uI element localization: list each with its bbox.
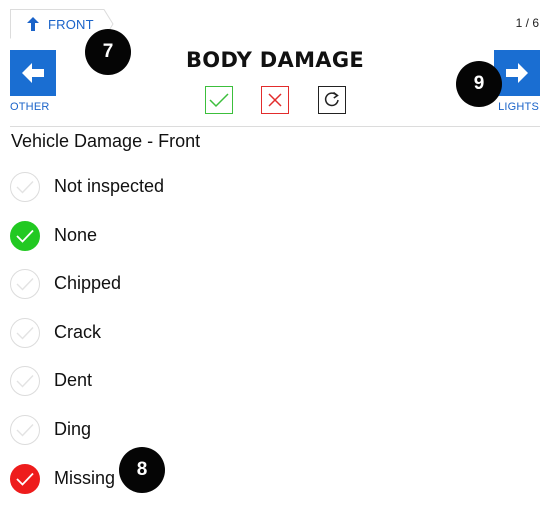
option-label: Dent [54,370,93,390]
refresh-icon [324,91,339,107]
arrow-left-icon [22,63,44,83]
option-label: Crack [54,322,102,342]
check-icon[interactable] [10,464,40,494]
option-none[interactable]: None [0,214,300,262]
checkmark-glyph-icon [16,181,34,194]
check-icon[interactable] [10,415,40,445]
previous-label[interactable]: OTHER [10,101,50,113]
checkmark-glyph-icon [16,327,34,340]
mark-ok-button[interactable] [205,86,233,114]
option-label: None [54,225,98,245]
checkmark-glyph-icon [16,472,34,486]
callout-badge: 8 [119,447,165,493]
check-icon[interactable] [10,366,40,396]
check-icon [209,93,229,108]
checkmark-glyph-icon [16,375,34,388]
option-label: Ding [54,419,92,439]
option-label: Not inspected [54,176,165,196]
checkmark-glyph-icon [16,278,34,291]
mark-fail-button[interactable] [261,86,289,114]
option-dent[interactable]: Dent [0,359,300,407]
check-icon[interactable] [10,318,40,348]
arrow-up-icon [27,17,39,31]
x-icon [268,93,282,107]
option-label: Chipped [54,273,122,293]
callout-badge: 7 [85,29,131,75]
section-title: Vehicle Damage - Front [11,131,201,151]
option-not-inspected[interactable]: Not inspected [0,165,300,213]
option-label: Missing [54,468,116,488]
next-label[interactable]: LIGHTS [498,101,539,113]
header-divider [10,126,540,127]
checkmark-glyph-icon [16,229,34,243]
option-crack[interactable]: Crack [0,311,300,359]
breadcrumb-label: FRONT [48,17,94,32]
callout-badge: 9 [456,61,502,107]
check-icon[interactable] [10,269,40,299]
checkmark-glyph-icon [16,424,34,437]
arrow-right-icon [506,63,528,83]
previous-button[interactable] [10,50,56,96]
reset-button[interactable] [318,86,346,114]
check-icon[interactable] [10,221,40,251]
option-chipped[interactable]: Chipped [0,262,300,310]
check-icon[interactable] [10,172,40,202]
page-counter: 1 / 6 [515,16,539,30]
